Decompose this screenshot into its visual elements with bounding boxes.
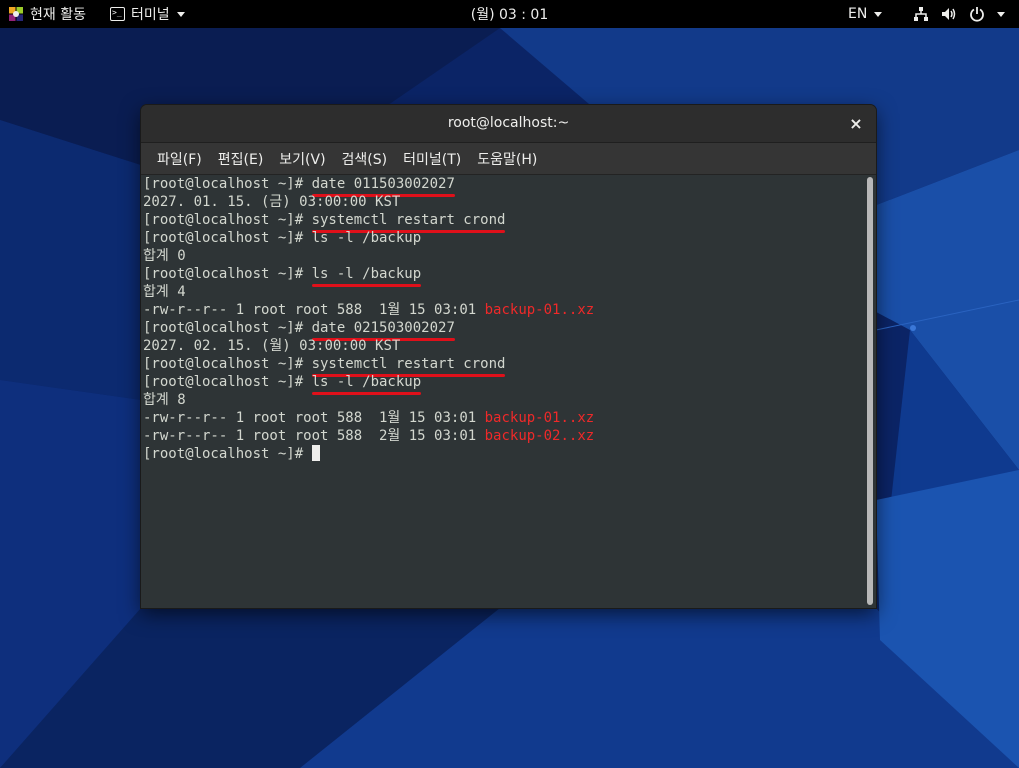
output-text: 2027. 01. 15. (금) 03:00:00 KST [143,194,401,210]
terminal-line: 2027. 02. 15. (월) 03:00:00 KST [143,337,594,355]
terminal-line: -rw-r--r-- 1 root root 588 1월 15 03:01 b… [143,301,594,319]
window-titlebar[interactable]: root@localhost:~ × [141,105,876,143]
network-icon [914,7,928,21]
shell-prompt: [root@localhost ~]# [143,356,312,372]
output-text: 합계 4 [143,284,186,300]
terminal-line: -rw-r--r-- 1 root root 588 2월 15 03:01 b… [143,427,594,445]
terminal-line: [root@localhost ~]# ls -l /backup [143,373,594,395]
shell-prompt: [root@localhost ~]# [143,320,312,336]
text-cursor [311,445,320,461]
output-text: -rw-r--r-- 1 root root 588 1월 15 03:01 [143,302,485,318]
menu-help[interactable]: 도움말(H) [469,149,545,169]
menu-view[interactable]: 보기(V) [271,149,333,169]
menu-search[interactable]: 검색(S) [334,149,396,169]
shell-prompt: [root@localhost ~]# [143,446,312,462]
shell-command: systemctl restart crond [311,356,506,377]
terminal-line: 합계 4 [143,283,594,301]
chevron-down-icon [176,11,185,17]
language-label: EN [848,6,868,22]
language-selector[interactable]: EN [848,0,883,28]
shell-command: ls -l /backup [311,230,422,246]
close-icon[interactable]: × [846,114,866,134]
shell-command: systemctl restart crond [311,212,506,233]
terminal-line: -rw-r--r-- 1 root root 588 1월 15 03:01 b… [143,409,594,427]
terminal-line: [root@localhost ~]# systemctl restart cr… [143,211,594,233]
chevron-down-icon [874,11,883,17]
top-bar: 현재 활동 >_ 터미널 (월) 03 : 01 EN [0,0,1019,28]
activities-label: 현재 활동 [30,7,86,23]
terminal-line: [root@localhost ~]# ls -l /backup [143,265,594,287]
app-menu-button[interactable]: >_ 터미널 [110,0,185,28]
menu-bar: 파일(F) 편집(E) 보기(V) 검색(S) 터미널(T) 도움말(H) [141,143,876,175]
output-text: -rw-r--r-- 1 root root 588 2월 15 03:01 [143,428,485,444]
file-name: backup-02..xz [484,428,595,444]
terminal-window: root@localhost:~ × 파일(F) 편집(E) 보기(V) 검색(… [141,105,876,608]
terminal-line: [root@localhost ~]# systemctl restart cr… [143,355,594,377]
terminal-output[interactable]: [root@localhost ~]# date 011503002027 202… [141,175,876,608]
terminal-line: 합계 8 [143,391,594,409]
output-text: -rw-r--r-- 1 root root 588 1월 15 03:01 [143,410,485,426]
output-text: 합계 8 [143,392,186,408]
app-menu-label: 터미널 [131,7,170,23]
shell-command: ls -l /backup [311,266,422,287]
activities-button[interactable]: 현재 활동 [8,0,86,28]
shell-prompt: [root@localhost ~]# [143,176,312,192]
terminal-lines: [root@localhost ~]# date 011503002027 202… [143,175,594,463]
output-text: 합계 0 [143,248,186,264]
terminal-line: [root@localhost ~]# date 021503002027 [143,319,594,341]
terminal-line: [root@localhost ~]# ls -l /backup [143,229,594,247]
shell-prompt: [root@localhost ~]# [143,266,312,282]
file-name: backup-01..xz [484,302,595,318]
output-text: 2027. 02. 15. (월) 03:00:00 KST [143,338,401,354]
terminal-line: 2027. 01. 15. (금) 03:00:00 KST [143,193,594,211]
file-name: backup-01..xz [484,410,595,426]
shell-command: ls -l /backup [311,374,422,395]
terminal-line: 합계 0 [143,247,594,265]
chevron-down-icon [997,11,1005,17]
power-icon [970,7,984,22]
terminal-icon: >_ [110,7,125,21]
system-menu-button[interactable] [913,0,1005,28]
shell-prompt: [root@localhost ~]# [143,212,312,228]
shell-prompt: [root@localhost ~]# [143,230,312,246]
window-title: root@localhost:~ [447,115,570,131]
terminal-line: [root@localhost ~]# [143,445,594,463]
clock-button[interactable]: (월) 03 : 01 [471,4,549,24]
menu-file[interactable]: 파일(F) [149,149,210,169]
shell-prompt: [root@localhost ~]# [143,374,312,390]
menu-edit[interactable]: 편집(E) [210,149,272,169]
volume-icon [942,8,956,20]
menu-terminal[interactable]: 터미널(T) [395,149,469,169]
scrollbar[interactable] [867,177,873,605]
shell-command: date 021503002027 [311,320,456,341]
terminal-line: [root@localhost ~]# date 011503002027 [143,175,594,197]
shell-command: date 011503002027 [311,176,456,197]
centos-logo-icon [9,7,23,21]
